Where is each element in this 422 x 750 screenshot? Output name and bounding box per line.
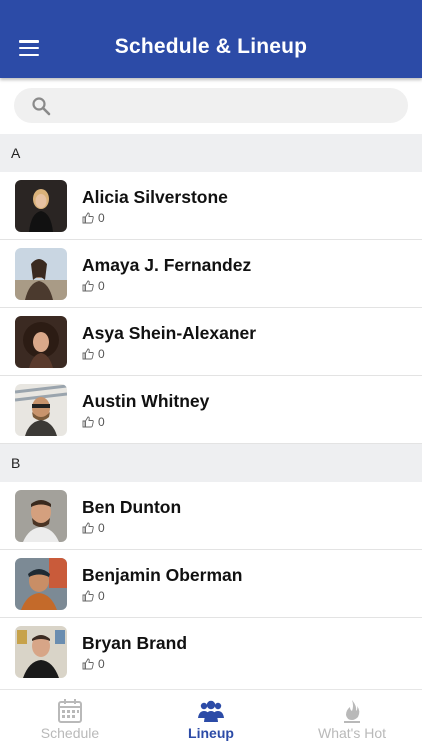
like-count-value: 0 bbox=[98, 347, 105, 361]
search-input[interactable] bbox=[60, 88, 394, 125]
person-name: Benjamin Oberman bbox=[82, 565, 243, 585]
search-bar bbox=[0, 78, 422, 134]
like-count-value: 0 bbox=[98, 279, 105, 293]
avatar bbox=[15, 490, 67, 542]
list-item[interactable]: Amaya J. Fernandez 0 bbox=[0, 240, 422, 308]
section-header-a: A bbox=[0, 134, 422, 172]
page-title: Schedule & Lineup bbox=[114, 35, 308, 58]
tab-lineup-label: Lineup bbox=[188, 725, 234, 741]
search-field[interactable] bbox=[14, 88, 408, 125]
avatar bbox=[15, 626, 67, 678]
like-count-value: 0 bbox=[98, 589, 105, 603]
thumbs-up-icon bbox=[82, 522, 94, 534]
thumbs-up-icon bbox=[82, 416, 94, 428]
tab-whats-hot-label: What's Hot bbox=[317, 725, 387, 741]
person-name: Austin Whitney bbox=[82, 391, 210, 411]
person-name: Ben Dunton bbox=[82, 497, 182, 517]
like-count[interactable]: 0 bbox=[82, 589, 105, 603]
users-icon bbox=[198, 700, 224, 722]
calendar-icon bbox=[58, 699, 82, 723]
like-count-value: 0 bbox=[98, 657, 105, 671]
like-count[interactable]: 0 bbox=[82, 657, 105, 671]
list-item[interactable]: Austin Whitney 0 bbox=[0, 376, 422, 444]
avatar bbox=[15, 384, 67, 436]
person-name: Alicia Silverstone bbox=[82, 187, 228, 207]
flame-icon bbox=[344, 700, 360, 723]
list-item[interactable]: Ben Dunton 0 bbox=[0, 482, 422, 550]
app-header: Schedule & Lineup bbox=[0, 0, 422, 78]
section-header-b: B bbox=[0, 444, 422, 482]
tab-schedule[interactable]: Schedule bbox=[0, 690, 140, 750]
tab-schedule-label: Schedule bbox=[40, 725, 100, 741]
like-count[interactable]: 0 bbox=[82, 521, 105, 535]
list-item[interactable]: Asya Shein-Alexaner 0 bbox=[0, 308, 422, 376]
like-count[interactable]: 0 bbox=[82, 211, 105, 225]
thumbs-up-icon bbox=[82, 212, 94, 224]
tab-bar: Schedule Lineup What's Hot bbox=[0, 689, 422, 750]
avatar bbox=[15, 248, 67, 300]
avatar bbox=[15, 558, 67, 610]
list-item[interactable]: Bryan Brand 0 bbox=[0, 618, 422, 686]
like-count[interactable]: 0 bbox=[82, 279, 105, 293]
thumbs-up-icon bbox=[82, 348, 94, 360]
thumbs-up-icon bbox=[82, 658, 94, 670]
thumbs-up-icon bbox=[82, 280, 94, 292]
like-count-value: 0 bbox=[98, 415, 105, 429]
like-count[interactable]: 0 bbox=[82, 347, 105, 361]
tab-whats-hot[interactable]: What's Hot bbox=[282, 690, 422, 750]
avatar bbox=[15, 180, 67, 232]
thumbs-up-icon bbox=[82, 590, 94, 602]
like-count-value: 0 bbox=[98, 521, 105, 535]
avatar bbox=[15, 316, 67, 368]
search-icon bbox=[32, 97, 51, 116]
person-name: Bryan Brand bbox=[82, 633, 188, 653]
list-item[interactable]: Alicia Silverstone 0 bbox=[0, 172, 422, 240]
person-name: Amaya J. Fernandez bbox=[82, 255, 252, 275]
list-item[interactable]: Benjamin Oberman 0 bbox=[0, 550, 422, 618]
lineup-list: A Alicia Silverstone 0 Amaya J. Fernande… bbox=[0, 134, 422, 686]
like-count[interactable]: 0 bbox=[82, 415, 105, 429]
tab-lineup[interactable]: Lineup bbox=[141, 690, 281, 750]
like-count-value: 0 bbox=[98, 211, 105, 225]
person-name: Asya Shein-Alexaner bbox=[82, 323, 257, 343]
